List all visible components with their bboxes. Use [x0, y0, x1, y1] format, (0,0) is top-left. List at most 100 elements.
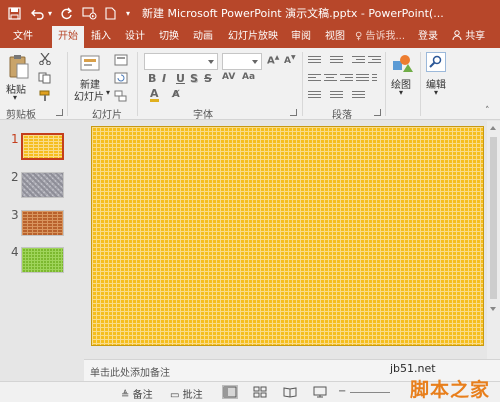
section-icon[interactable] — [114, 90, 128, 102]
reading-view-button[interactable] — [282, 385, 298, 399]
tab-file[interactable]: 文件 — [6, 26, 40, 48]
clipboard-launcher-icon[interactable] — [56, 109, 63, 116]
slide-thumbnail-4[interactable] — [21, 247, 64, 273]
slide-sorter-icon — [253, 386, 267, 398]
slide-thumbnail-3[interactable] — [21, 210, 64, 236]
thumbnail-number: 4 — [11, 245, 19, 259]
underline-button[interactable]: U — [176, 72, 185, 85]
drawing-shapes-icon[interactable] — [391, 52, 413, 74]
clipboard-group-label: 剪贴板 — [6, 110, 36, 121]
zoom-slider[interactable] — [350, 392, 390, 393]
thumbnail-number: 1 — [11, 132, 19, 146]
comments-toggle-button[interactable]: ▭ 批注 — [170, 386, 203, 401]
slides-group-label: 幻灯片 — [92, 110, 122, 121]
zoom-out-icon[interactable]: − — [338, 386, 346, 397]
align-center-icon[interactable] — [324, 74, 337, 85]
site-watermark: jb51.net 脚本之家 — [390, 362, 500, 402]
layout-icon[interactable] — [114, 54, 128, 66]
paragraph-launcher-icon[interactable] — [374, 109, 381, 116]
paragraph-group-label: 段落 — [332, 110, 352, 121]
tab-transitions[interactable]: 切换 — [154, 26, 184, 48]
collapse-ribbon-icon[interactable]: ˄ — [485, 106, 490, 116]
window-title: 新建 Microsoft PowerPoint 演示文稿.pptx - Powe… — [142, 7, 444, 20]
tab-home[interactable]: 开始 — [52, 26, 84, 48]
thumbnail-number: 2 — [11, 170, 19, 184]
slide-canvas[interactable] — [91, 126, 484, 346]
bullets-icon[interactable] — [308, 56, 321, 67]
normal-view-icon — [223, 386, 237, 398]
group-divider — [420, 52, 421, 116]
notes-toggle-button[interactable]: ≜ 备注 — [121, 386, 153, 401]
reading-view-icon — [283, 387, 297, 398]
reset-icon[interactable] — [114, 72, 128, 84]
paste-icon[interactable] — [8, 54, 30, 80]
editing-dropdown-icon[interactable]: ▾ — [434, 88, 438, 97]
normal-view-button[interactable] — [222, 385, 238, 399]
start-from-beginning-icon[interactable] — [80, 5, 98, 21]
font-launcher-icon[interactable] — [290, 109, 297, 116]
tab-design[interactable]: 设计 — [120, 26, 150, 48]
tab-insert[interactable]: 插入 — [86, 26, 116, 48]
shrink-font-icon[interactable]: A▼ — [284, 54, 296, 66]
share-button[interactable]: 共享 — [452, 26, 485, 48]
text-direction-icon[interactable] — [308, 91, 321, 102]
slide-thumbnail-1[interactable] — [21, 133, 64, 160]
sign-in-link[interactable]: 登录 — [418, 26, 438, 48]
align-left-icon[interactable] — [308, 74, 321, 85]
slide-thumbnails-pane: 1 2 3 4 — [0, 121, 84, 359]
group-divider — [302, 52, 303, 116]
strikethrough-button[interactable]: S — [204, 72, 212, 85]
vertical-scrollbar[interactable] — [487, 121, 500, 359]
change-case-icon[interactable]: Aa — [242, 72, 255, 82]
slideshow-button[interactable] — [312, 385, 328, 399]
decrease-indent-icon[interactable] — [352, 56, 365, 67]
ribbon: 粘贴 ▾ 剪贴板 新建 幻灯片 ▾ 幻灯片 A▲ A▼ B I U S S AV… — [0, 48, 500, 121]
save-icon[interactable] — [6, 5, 22, 21]
clear-formatting-icon[interactable]: A̸ — [172, 89, 180, 100]
repeat-icon[interactable] — [58, 5, 74, 21]
align-text-icon[interactable] — [330, 91, 343, 102]
numbering-icon[interactable] — [330, 56, 343, 67]
scrollbar-thumb[interactable] — [490, 137, 497, 299]
italic-button[interactable]: I — [162, 72, 166, 85]
smartart-icon[interactable] — [352, 91, 365, 102]
text-shadow-button[interactable]: S — [190, 72, 198, 85]
undo-dropdown-icon[interactable]: ▾ — [46, 5, 54, 21]
find-icon[interactable] — [426, 52, 446, 72]
copy-icon[interactable] — [38, 72, 52, 84]
font-color-icon[interactable]: A — [150, 88, 159, 102]
new-slide-icon[interactable] — [80, 54, 102, 74]
scroll-down-icon[interactable] — [490, 307, 496, 311]
slide-sorter-button[interactable] — [252, 385, 268, 399]
group-divider — [385, 52, 386, 116]
group-divider — [67, 52, 68, 116]
grow-font-icon[interactable]: A▲ — [267, 54, 279, 66]
columns-icon[interactable] — [372, 74, 385, 85]
new-slide-dropdown-icon[interactable]: ▾ — [106, 88, 110, 97]
slide-thumbnail-2[interactable] — [21, 172, 64, 198]
tell-me-search[interactable]: ♀ 告诉我... — [355, 26, 405, 48]
undo-icon[interactable] — [29, 5, 45, 21]
tab-view[interactable]: 视图 — [320, 26, 350, 48]
increase-indent-icon[interactable] — [368, 56, 381, 67]
character-spacing-icon[interactable]: AV — [222, 72, 235, 82]
cut-icon[interactable] — [38, 52, 52, 66]
tab-slideshow[interactable]: 幻灯片放映 — [224, 26, 282, 48]
justify-icon[interactable] — [356, 74, 369, 85]
tab-review[interactable]: 审阅 — [286, 26, 316, 48]
format-painter-icon[interactable] — [38, 90, 52, 102]
font-group-label: 字体 — [193, 110, 213, 121]
font-size-combo[interactable] — [222, 53, 262, 70]
align-right-icon[interactable] — [340, 74, 353, 85]
new-slide-label-2[interactable]: 幻灯片 — [74, 88, 104, 103]
drawing-dropdown-icon[interactable]: ▾ — [399, 88, 403, 97]
person-icon — [452, 30, 462, 41]
paste-dropdown-icon[interactable]: ▾ — [13, 93, 17, 102]
font-name-combo[interactable] — [144, 53, 218, 70]
bold-button[interactable]: B — [148, 72, 156, 85]
customize-quick-access-icon[interactable]: ▾ — [122, 5, 134, 21]
new-file-icon[interactable] — [102, 5, 118, 21]
group-divider — [137, 52, 138, 116]
scroll-up-icon[interactable] — [490, 126, 496, 130]
tab-animations[interactable]: 动画 — [188, 26, 218, 48]
